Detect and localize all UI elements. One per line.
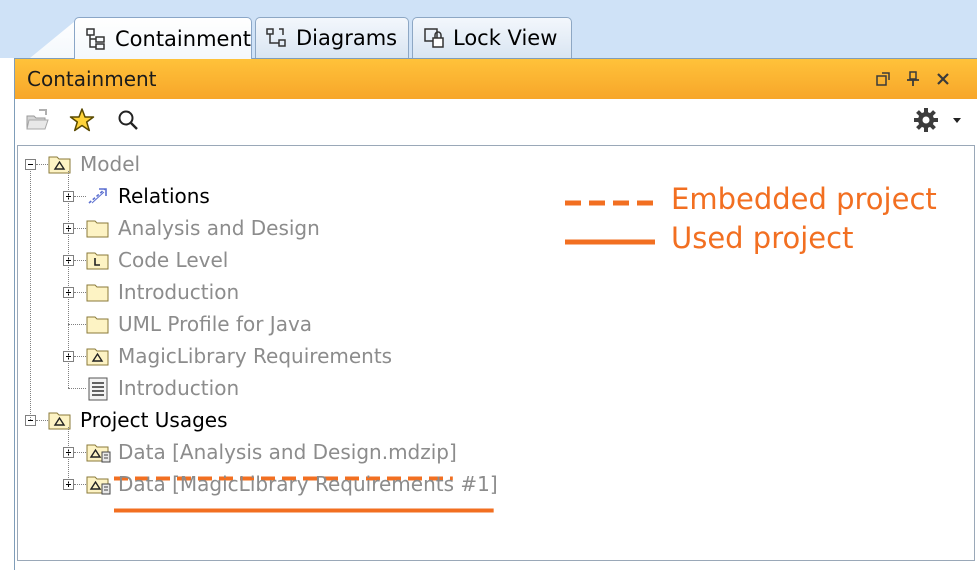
tab-label: Containment <box>115 26 251 51</box>
tree-connector <box>68 388 86 389</box>
tree-node-label: Introduction <box>118 280 240 304</box>
relations-icon <box>86 185 110 207</box>
model-package-icon <box>86 345 110 367</box>
panel-title: Containment <box>27 67 157 91</box>
panel-title-bar: Containment <box>15 59 977 99</box>
pin-icon[interactable] <box>903 69 923 89</box>
tree-node-label: Relations <box>118 184 210 208</box>
close-icon[interactable] <box>933 69 953 89</box>
tab-label: Diagrams <box>296 26 398 50</box>
tree-connector <box>36 164 48 165</box>
panel-toolbar <box>15 99 977 143</box>
package-icon <box>86 281 110 303</box>
tab-containment[interactable]: Containment <box>74 17 252 59</box>
containment-tree-icon <box>83 26 109 52</box>
tree-root-node[interactable]: Model <box>18 149 558 179</box>
tree-node-label: Project Usages <box>80 408 228 432</box>
tab-strip: Containment Diagrams Lock View <box>0 0 977 59</box>
legend-used-project: Used project <box>671 221 854 255</box>
tree-connector <box>68 427 69 484</box>
containment-panel: Containment Embedded project Used projec… <box>14 58 977 570</box>
favorites-star-icon[interactable] <box>67 105 97 135</box>
used-model-icon <box>86 441 111 463</box>
dropdown-arrow-icon[interactable] <box>949 105 965 135</box>
tab-diagrams[interactable]: Diagrams <box>255 17 409 58</box>
tab-slant <box>30 17 80 58</box>
tree-connector <box>74 356 86 357</box>
tree-node-label: MagicLibrary Requirements <box>118 344 393 368</box>
tree-node-label: Introduction <box>118 376 240 400</box>
package-icon <box>86 217 110 239</box>
legend-solid-line <box>565 239 655 245</box>
containment-tree: Embedded project Used project Model Relat… <box>17 145 975 561</box>
used-project-underline <box>114 498 494 517</box>
tree-connector <box>36 420 48 421</box>
open-project-icon[interactable] <box>23 105 53 135</box>
tree-node-label: Model <box>80 152 141 176</box>
tree-node-label: Code Level <box>118 248 229 272</box>
tree-connector <box>68 324 86 325</box>
tree-connector <box>68 171 69 388</box>
tree-connector <box>74 484 86 485</box>
gear-icon[interactable] <box>911 105 941 135</box>
tree-connector <box>74 260 86 261</box>
tree-root-node[interactable]: Project Usages <box>18 405 558 435</box>
tree-node-label: Data [Analysis and Design.mdzip] <box>118 440 457 464</box>
restore-icon[interactable] <box>873 69 893 89</box>
collapse-icon[interactable] <box>25 159 36 170</box>
used-model-icon <box>86 473 111 495</box>
tree-connector <box>74 452 86 453</box>
tree-connector <box>74 196 86 197</box>
diagram-icon <box>264 25 290 51</box>
tab-lock-view[interactable]: Lock View <box>412 17 572 58</box>
tree-connector <box>30 171 31 420</box>
tab-label: Lock View <box>453 26 558 50</box>
tree-connector <box>74 228 86 229</box>
package-l-icon <box>86 249 110 271</box>
lock-view-icon <box>421 25 447 51</box>
tree-node-label: Analysis and Design <box>118 216 320 240</box>
package-icon <box>86 313 110 335</box>
tree-node-label: Data [MagicLibrary Requirements #1] <box>118 472 498 496</box>
document-icon <box>86 377 110 401</box>
search-icon[interactable] <box>113 105 143 135</box>
tree-connector <box>74 292 86 293</box>
legend-dashed-line <box>565 200 655 206</box>
tree-node-label: UML Profile for Java <box>118 312 313 336</box>
legend-embedded-project: Embedded project <box>671 182 937 216</box>
